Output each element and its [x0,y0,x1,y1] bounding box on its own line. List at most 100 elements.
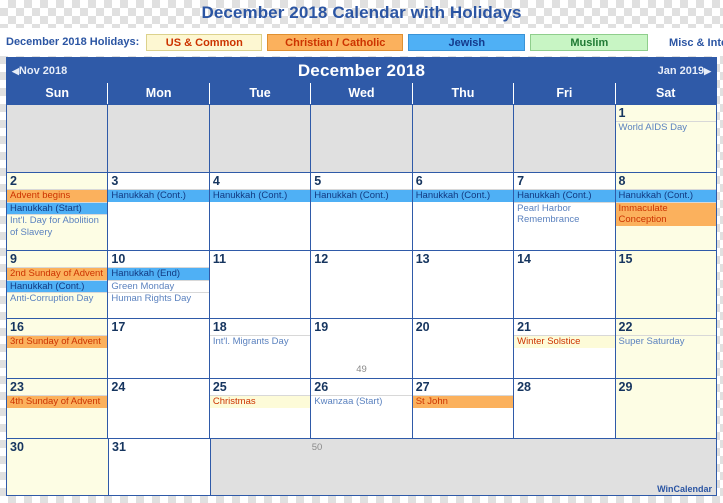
calendar-week-row: 30 31 50 WinCalendar [7,438,716,495]
right-arrow-icon: ▶ [704,66,711,76]
calendar-day-cell[interactable]: 26 Kwanzaa (Start) [310,379,412,438]
day-event[interactable]: World AIDS Day [615,121,716,134]
day-number: 28 [517,380,532,394]
calendar-week-row: 2 Advent begins Hanukkah (Start) Int'l. Day… [7,172,716,250]
calendar-day-cell[interactable]: 3 Hanukkah (Cont.) [107,173,209,250]
legend-chip-christian-catholic[interactable]: Christian / Catholic [267,33,404,51]
calendar-day-cell[interactable]: 20 [411,319,514,378]
calendar-day-cell[interactable]: 23 4th Sunday of Advent [7,379,108,438]
calendar-day-cell-empty [208,105,311,172]
calendar-day-cell[interactable]: 6 Hanukkah (Cont.) [411,173,514,250]
page-title: December 2018 Calendar with Holidays [201,3,522,22]
calendar-day-cell[interactable]: 25 Christmas [208,379,311,438]
day-number: 21 [517,320,532,334]
day-number: 24 [111,380,126,394]
day-event[interactable]: 3rd Sunday of Advent [7,335,108,348]
calendar-day-cell[interactable]: 24 [107,379,209,438]
day-number: 6 [415,174,423,188]
legend-chip-jewish[interactable]: Jewish [408,33,526,51]
day-number: 10 [111,252,126,266]
calendar-day-cell[interactable]: 31 [108,439,210,495]
day-event[interactable]: Hanukkah (Cont.) [615,189,716,202]
day-event[interactable]: Christmas [209,395,311,408]
day-number: 27 [415,380,430,394]
calendar-day-cell[interactable]: 1 World AIDS Day [614,105,716,172]
day-number: 14 [517,252,532,266]
calendar-day-cell[interactable]: 17 [107,319,209,378]
day-event[interactable]: Hanukkah (Cont.) [7,279,108,292]
calendar-day-cell[interactable]: 14 [513,251,615,318]
legend-chip-us-common[interactable]: US & Common [146,33,263,51]
calendar-day-cell[interactable]: 4 Hanukkah (Cont.) [208,173,311,250]
calendar-day-cell[interactable]: 30 [7,439,108,495]
day-event[interactable]: St John [412,395,514,408]
calendar-day-cell[interactable]: 27 St John [411,379,514,438]
next-month-button[interactable]: Jan 2019▶ [658,58,711,85]
day-event[interactable]: Int'l. Migrants Day [209,335,311,348]
day-event[interactable]: 4th Sunday of Advent [7,395,108,408]
calendar-day-cell[interactable]: 28 [513,379,615,438]
day-number: 9 [10,252,17,266]
calendar-day-cell[interactable]: 2 Advent begins Hanukkah (Start) Int'l. Day… [7,173,108,250]
week-number: 49 [356,364,367,375]
day-event[interactable]: Hanukkah (Start) [7,201,108,214]
day-event[interactable]: Hanukkah (Cont.) [108,189,209,202]
calendar-day-cell[interactable]: 5 Hanukkah (Cont.) [310,173,412,250]
calendar-day-cell[interactable]: 12 [310,251,412,318]
day-event[interactable]: Kwanzaa (Start) [311,395,412,408]
day-number: 5 [314,174,322,188]
calendar-week-row: 1 World AIDS Day [7,104,716,172]
day-event[interactable]: Hanukkah (Cont.) [412,189,514,202]
calendar-day-cell[interactable]: 16 3rd Sunday of Advent [7,319,108,378]
calendar-day-cell-empty [411,105,514,172]
calendar-footer-strip: 50 WinCalendar [210,439,716,495]
calendar-day-cell[interactable]: 8 Hanukkah (Cont.) Immaculate Conception [614,173,716,250]
calendar-day-cell[interactable]: 13 [411,251,514,318]
day-event[interactable]: 2nd Sunday of Advent [7,267,108,280]
month-header: ◀Nov 2018 December 2018 Jan 2019▶ [7,58,716,83]
calendar-weeks: 1 World AIDS Day 2 Advent begins Hanukkah (S… [7,104,716,495]
day-event[interactable]: Pearl Harbor Remembrance [514,201,615,226]
brand-label: WinCalendar [657,484,712,494]
day-event[interactable]: Immaculate Conception [615,201,716,226]
calendar-day-cell[interactable]: 19 49 [310,319,412,378]
day-number: 19 [314,320,329,334]
calendar-day-cell[interactable]: 29 [614,379,716,438]
calendar-week-row: 16 3rd Sunday of Advent 17 18 Int'l. Migrant… [7,318,716,378]
calendar-day-cell-empty [7,105,108,172]
day-event[interactable]: Human Rights Day [108,292,209,305]
weekday-sat: Sat [614,83,716,104]
calendar-day-cell[interactable]: 10 Hanukkah (End) Green Monday Human Rights… [107,251,209,318]
day-event[interactable]: Hanukkah (Cont.) [311,189,412,202]
day-number: 30 [10,440,24,454]
legend-chip-misc-international[interactable]: Misc & International [653,33,723,51]
day-number: 13 [415,252,430,266]
day-number: 20 [415,320,430,334]
day-event[interactable]: Hanukkah (End) [108,267,209,280]
holiday-legend-bar: December 2018 Holidays: US & Common Chri… [0,28,723,56]
calendar-day-cell[interactable]: 22 Super Saturday [614,319,716,378]
day-event[interactable]: Hanukkah (Cont.) [209,189,311,202]
day-event[interactable]: Anti-Corruption Day [7,292,108,305]
day-event[interactable]: Super Saturday [615,335,716,348]
day-event[interactable]: Green Monday [108,279,209,293]
day-number: 12 [314,252,329,266]
day-event[interactable]: Int'l. Day for Abolition of Slavery [7,214,108,238]
legend-chip-muslim[interactable]: Muslim [530,33,649,51]
calendar-day-cell[interactable]: 7 Hanukkah (Cont.) Pearl Harbor Remembranc… [513,173,615,250]
weekday-mon: Mon [107,83,208,104]
next-month-label: Jan 2019 [657,65,705,77]
calendar-day-cell[interactable]: 18 Int'l. Migrants Day [208,319,311,378]
day-number: 7 [517,174,525,188]
weekday-thu: Thu [411,83,513,104]
day-event[interactable]: Winter Solstice [514,335,615,348]
calendar-day-cell[interactable]: 9 2nd Sunday of Advent Hanukkah (Cont.) Ant… [7,251,108,318]
calendar-day-cell[interactable]: 11 [208,251,311,318]
day-number: 2 [10,174,17,188]
day-event[interactable]: Hanukkah (Cont.) [514,189,615,202]
day-number: 25 [212,380,227,394]
day-number: 8 [618,174,626,188]
calendar-day-cell[interactable]: 21 Winter Solstice [513,319,615,378]
day-event[interactable]: Advent begins [7,189,108,202]
calendar-day-cell[interactable]: 15 [614,251,716,318]
